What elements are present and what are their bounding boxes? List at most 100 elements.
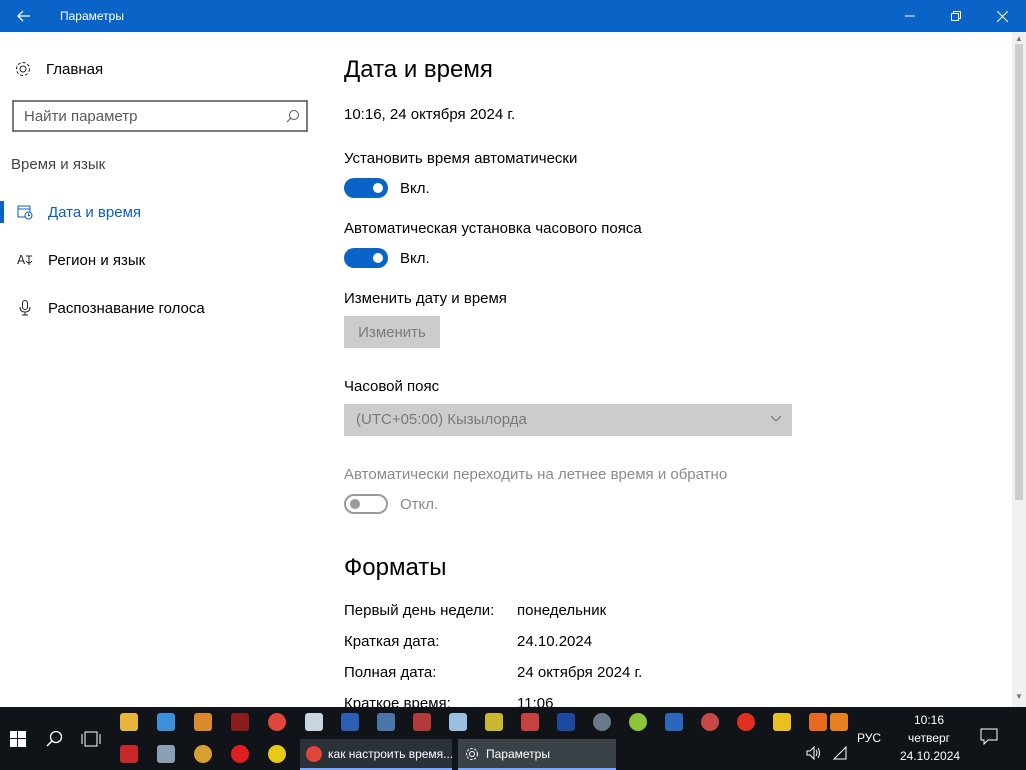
auto-timezone-state: Вкл. <box>400 250 430 267</box>
vk-icon[interactable] <box>377 713 395 731</box>
svg-text:A: A <box>17 253 26 267</box>
change-button[interactable]: Изменить <box>344 316 440 348</box>
vertical-scrollbar[interactable]: ▲ ▼ <box>1012 32 1026 707</box>
task-view-button[interactable] <box>74 723 108 755</box>
this-pc-icon[interactable] <box>157 713 175 731</box>
format-row: Краткое время: 11:06 <box>344 695 944 707</box>
clock-date: 24.10.2024 <box>900 749 961 763</box>
window-title: Параметры <box>60 9 124 23</box>
search-icon <box>46 730 63 747</box>
task-settings[interactable]: Параметры <box>458 739 616 770</box>
format-value: понедельник <box>517 602 607 619</box>
app-icon[interactable] <box>701 713 719 731</box>
yandex-icon[interactable] <box>737 713 755 731</box>
sidebar-item-label: Распознавание голоса <box>48 299 205 317</box>
microphone-icon <box>0 299 48 317</box>
format-value: 24 октября 2024 г. <box>517 664 643 681</box>
network-icon[interactable] <box>830 743 850 763</box>
format-row: Первый день недели: понедельник <box>344 602 944 622</box>
volume-icon[interactable] <box>804 743 824 763</box>
app-icon[interactable] <box>773 713 791 731</box>
format-row: Краткая дата: 24.10.2024 <box>344 633 944 653</box>
app-icon[interactable] <box>830 713 848 731</box>
format-row: Полная дата: 24 октября 2024 г. <box>344 664 944 684</box>
back-arrow-icon <box>17 10 30 22</box>
scroll-thumb[interactable] <box>1015 44 1023 500</box>
chrome-icon[interactable] <box>268 713 286 731</box>
input-language[interactable]: РУС <box>857 731 881 745</box>
app-icon[interactable] <box>157 745 175 763</box>
format-key: Первый день недели: <box>344 602 495 619</box>
sidebar-item-speech[interactable]: Распознавание голоса <box>0 288 320 328</box>
task-view-icon <box>81 731 101 747</box>
close-button[interactable] <box>979 0 1025 32</box>
notifications-button[interactable] <box>980 727 998 750</box>
timezone-value: (UTC+05:00) Кызылорда <box>356 411 527 428</box>
language-icon: A <box>0 251 48 269</box>
minimize-button[interactable] <box>887 0 933 32</box>
task-browser[interactable]: как настроить время... <box>300 739 452 770</box>
clock-time: 10:16 <box>913 713 945 727</box>
change-datetime-label: Изменить дату и время <box>344 290 507 307</box>
section-label: Время и язык <box>11 156 106 173</box>
app-icon[interactable] <box>413 713 431 731</box>
timezone-select[interactable]: (UTC+05:00) Кызылорда <box>344 404 792 436</box>
sidebar-item-region-language[interactable]: A Регион и язык <box>0 240 320 280</box>
back-button[interactable] <box>0 0 48 32</box>
format-key: Краткое время: <box>344 695 451 707</box>
sidebar: Главная Время и язык Дата и время A Реги… <box>0 32 320 707</box>
task-label: как настроить время... <box>328 746 452 761</box>
app-icon[interactable] <box>809 713 827 731</box>
auto-time-toggle[interactable] <box>344 178 388 198</box>
app-icon[interactable] <box>665 713 683 731</box>
format-key: Краткая дата: <box>344 633 440 650</box>
app-icon[interactable] <box>194 713 212 731</box>
auto-time-label: Установить время автоматически <box>344 150 578 167</box>
app-icon[interactable] <box>521 713 539 731</box>
chrome-icon <box>306 745 322 762</box>
restore-button[interactable] <box>933 0 979 32</box>
home-label: Главная <box>46 60 104 78</box>
title-bar: Параметры <box>0 0 1026 32</box>
windows-logo-icon <box>10 731 26 747</box>
pdf-icon[interactable] <box>120 745 138 763</box>
notification-icon <box>980 728 998 746</box>
app-icon[interactable] <box>231 713 249 731</box>
word-icon[interactable] <box>341 713 359 731</box>
app-icon[interactable] <box>557 713 575 731</box>
notepad-icon[interactable] <box>449 713 467 731</box>
app-icon[interactable] <box>629 713 647 731</box>
app-icon[interactable] <box>268 745 286 763</box>
calendar-clock-icon <box>0 203 48 221</box>
auto-timezone-toggle[interactable] <box>344 248 388 268</box>
clock[interactable]: 10:16 четверг 24.10.2024 <box>900 711 961 765</box>
search-button[interactable] <box>38 723 72 755</box>
formats-title: Форматы <box>344 554 447 581</box>
start-button[interactable] <box>0 723 36 755</box>
scroll-down-icon[interactable]: ▼ <box>1015 692 1023 701</box>
current-datetime: 10:16, 24 октября 2024 г. <box>344 106 516 123</box>
home-nav-item[interactable]: Главная <box>14 57 103 81</box>
format-value: 24.10.2024 <box>517 633 593 650</box>
restore-icon <box>951 11 961 21</box>
timezone-label: Часовой пояс <box>344 378 440 395</box>
dst-toggle[interactable] <box>344 494 388 514</box>
chevron-down-icon <box>770 415 782 422</box>
app-icon[interactable] <box>194 745 212 763</box>
search-box[interactable] <box>12 100 308 132</box>
file-explorer-icon[interactable] <box>120 713 138 731</box>
calculator-icon[interactable] <box>305 713 323 731</box>
sidebar-item-label: Дата и время <box>48 203 142 221</box>
scroll-up-icon[interactable]: ▲ <box>1015 34 1023 43</box>
close-icon <box>996 10 1008 22</box>
opera-icon[interactable] <box>231 745 249 763</box>
sidebar-item-label: Регион и язык <box>48 251 146 269</box>
app-icon[interactable] <box>593 713 611 731</box>
taskbar: как настроить время... Параметры РУС 10:… <box>0 707 1026 770</box>
sidebar-item-date-time[interactable]: Дата и время <box>0 192 320 232</box>
app-icon[interactable] <box>485 713 503 731</box>
format-value: 11:06 <box>517 695 554 707</box>
search-input[interactable] <box>24 106 274 126</box>
format-key: Полная дата: <box>344 664 437 681</box>
search-icon[interactable] <box>286 109 300 123</box>
